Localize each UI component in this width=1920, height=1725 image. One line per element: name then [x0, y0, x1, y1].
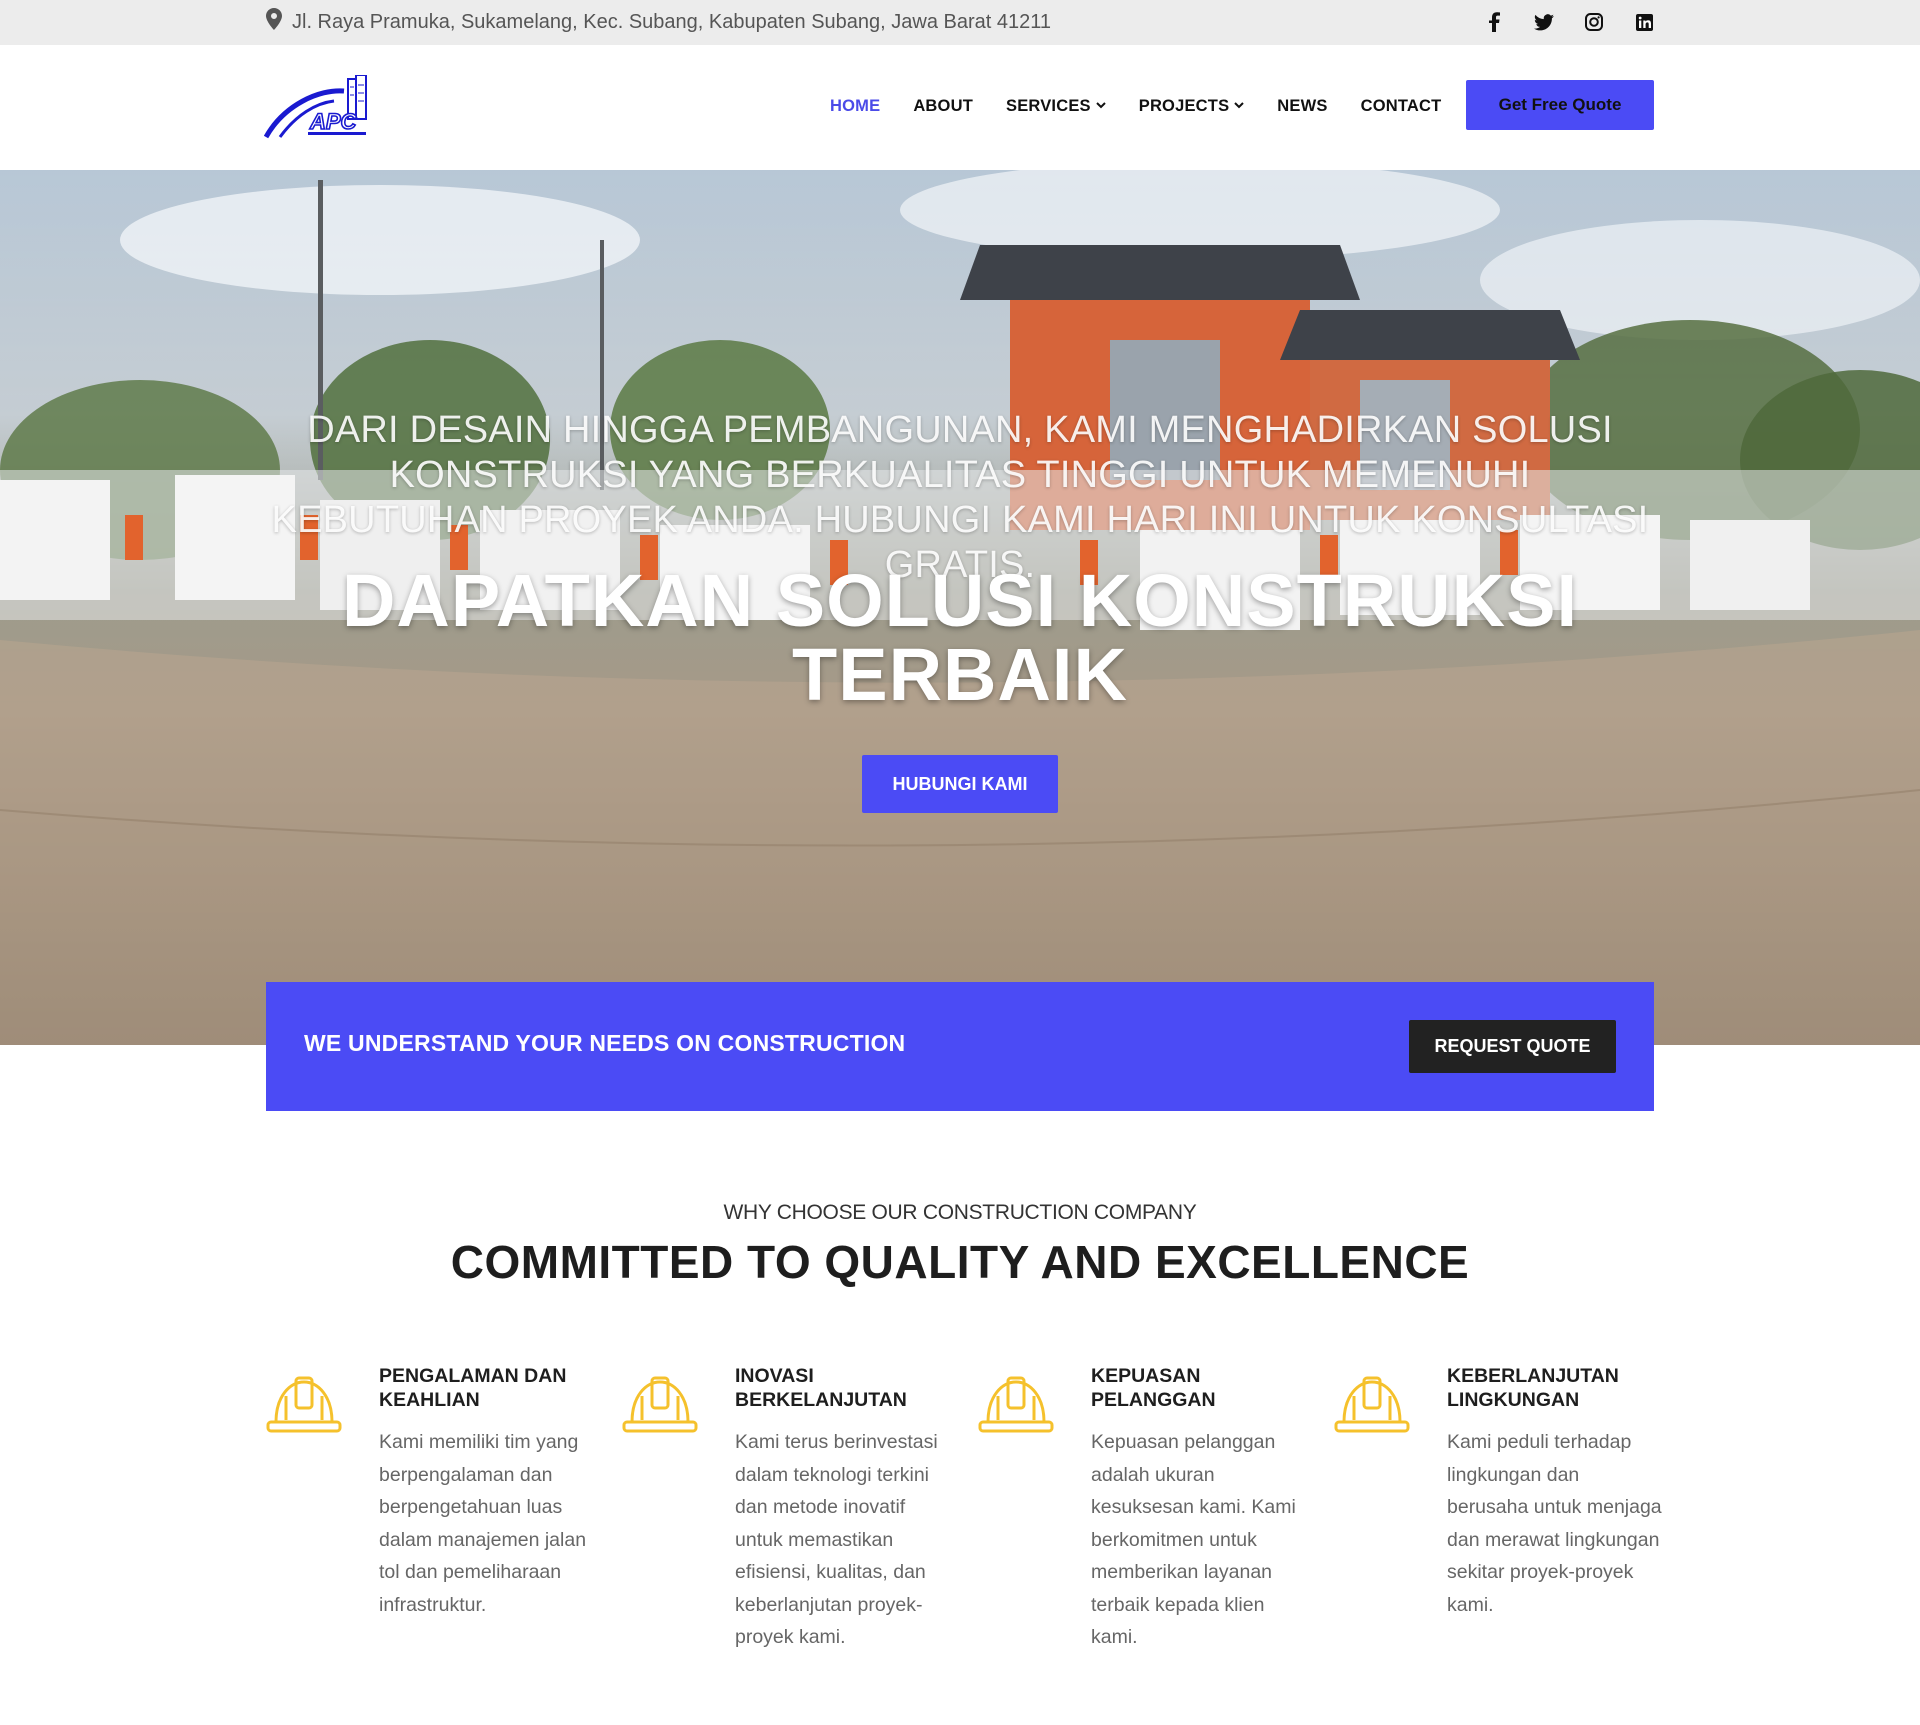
chevron-down-icon: [1096, 100, 1106, 112]
hard-hat-icon: [1334, 1374, 1410, 1440]
nav-home-label: HOME: [830, 96, 881, 115]
main-nav: HOME ABOUT SERVICES PROJECTS NEWS CONTAC…: [830, 91, 1441, 121]
instagram-icon[interactable]: [1584, 12, 1604, 32]
hard-hat-icon: [622, 1374, 698, 1440]
get-free-quote-button[interactable]: Get Free Quote: [1466, 80, 1654, 130]
request-quote-button[interactable]: REQUEST QUOTE: [1409, 1020, 1616, 1073]
nav-projects-label: PROJECTS: [1138, 96, 1230, 115]
nav-news[interactable]: NEWS: [1277, 97, 1327, 116]
section-title: COMMITTED TO QUALITY AND EXCELLENCE: [450, 1236, 1470, 1288]
feature-text: Kepuasan pelanggan adalah ukuran kesukse…: [1091, 1431, 1296, 1648]
nav-contact-label: CONTACT: [1360, 96, 1442, 115]
nav-services-label: SERVICES: [1005, 96, 1091, 115]
address: Jl. Raya Pramuka, Sukamelang, Kec. Suban…: [266, 7, 1051, 37]
social-links: [1484, 7, 1654, 37]
top-bar: Jl. Raya Pramuka, Sukamelang, Kec. Suban…: [0, 0, 1920, 45]
feature-title: INOVASI BERKELANJUTAN: [735, 1365, 907, 1411]
logo-text: APC: [309, 109, 358, 134]
nav-projects[interactable]: PROJECTS: [1139, 97, 1245, 116]
nav-home[interactable]: HOME: [830, 97, 880, 116]
feature-text: Kami terus berinvestasi dalam teknologi …: [735, 1431, 938, 1648]
section-subtitle: WHY CHOOSE OUR CONSTRUCTION COMPANY: [723, 1201, 1197, 1224]
hard-hat-icon: [978, 1374, 1054, 1440]
map-pin-icon: [266, 8, 282, 36]
feature-title: PENGALAMAN DAN KEAHLIAN: [379, 1365, 567, 1411]
hubungi-kami-button[interactable]: HUBUNGI KAMI: [862, 755, 1058, 813]
feature-text: Kami memiliki tim yang berpengalaman dan…: [379, 1431, 587, 1616]
nav-contact[interactable]: CONTACT: [1361, 97, 1442, 116]
linkedin-icon[interactable]: [1634, 12, 1654, 32]
nav-about[interactable]: ABOUT: [913, 97, 973, 116]
features-row: PENGALAMAN DAN KEAHLIAN Kami memiliki ti…: [266, 1364, 1662, 1684]
feature-title: KEPUASAN PELANGGAN: [1091, 1365, 1216, 1411]
chevron-down-icon: [1234, 100, 1244, 112]
facebook-icon[interactable]: [1484, 12, 1504, 32]
nav-services[interactable]: SERVICES: [1006, 97, 1106, 116]
banner-text: WE UNDERSTAND YOUR NEEDS ON CONSTRUCTION: [304, 1030, 906, 1056]
hard-hat-icon: [266, 1374, 342, 1440]
feature-title: KEBERLANJUTAN LINGKUNGAN: [1447, 1365, 1619, 1411]
nav-about-label: ABOUT: [913, 96, 973, 115]
address-text: Jl. Raya Pramuka, Sukamelang, Kec. Suban…: [292, 10, 1052, 33]
hero-title: DAPATKAN SOLUSI KONSTRUKSI TERBAIK: [341, 559, 1579, 716]
nav-news-label: NEWS: [1277, 96, 1328, 115]
feature-text: Kami peduli terhadap lingkungan dan beru…: [1447, 1431, 1662, 1616]
twitter-icon[interactable]: [1534, 12, 1554, 32]
company-logo[interactable]: APC: [263, 74, 372, 141]
cta-banner: WE UNDERSTAND YOUR NEEDS ON CONSTRUCTION…: [266, 982, 1654, 1111]
hero-section: DARI DESAIN HINGGA PEMBANGUNAN, KAMI MEN…: [0, 170, 1920, 1045]
site-header: APC HOME ABOUT SERVICES PROJECTS NEWS CO…: [0, 45, 1920, 170]
